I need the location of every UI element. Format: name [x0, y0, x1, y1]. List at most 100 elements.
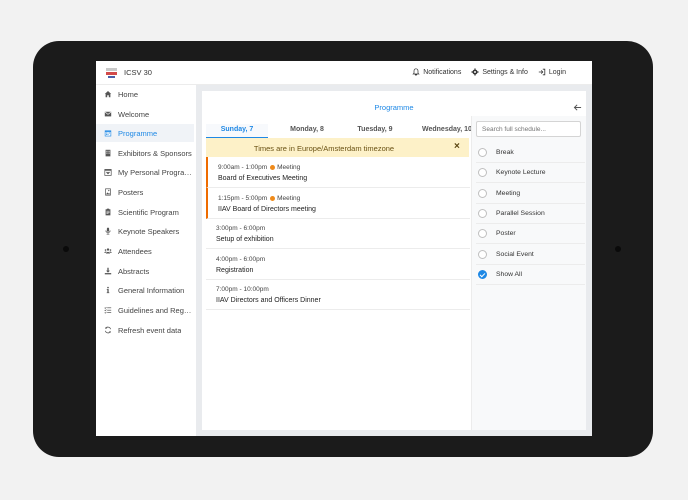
session-time: 4:00pm - 6:00pm — [216, 256, 266, 263]
timezone-notice: Times are in Europe/Amsterdam timezone — [253, 144, 395, 153]
sidebar-item-label: Attendees — [118, 246, 152, 256]
sidebar-item-exhibitors[interactable]: Exhibitors & Sponsors — [96, 144, 194, 162]
home-icon — [104, 90, 112, 98]
tab-wednesday[interactable]: Wednesday, 10 — [410, 124, 472, 138]
filter-show-all[interactable]: Show All — [476, 265, 585, 285]
sidebar-item-label: My Personal Programme — [118, 167, 194, 177]
sidebar-item-label: Guidelines and Regulations — [118, 305, 194, 315]
sidebar-item-personal-programme[interactable]: My Personal Programme — [96, 163, 194, 181]
sidebar-item-welcome[interactable]: Welcome — [96, 105, 194, 123]
sidebar-item-label: General Information — [118, 285, 185, 295]
filter-meeting[interactable]: Meeting — [476, 184, 585, 204]
clipboard-icon — [105, 208, 111, 216]
tab-tuesday[interactable]: Tuesday, 9 — [342, 124, 408, 138]
settings-info-button[interactable]: Settings & Info — [471, 68, 528, 76]
sidebar-item-attendees[interactable]: Attendees — [96, 242, 194, 260]
sidebar-item-label: Abstracts — [118, 266, 150, 276]
page-title: Programme — [374, 103, 414, 112]
tab-monday[interactable]: Monday, 8 — [274, 124, 340, 138]
login-label: Login — [548, 68, 566, 76]
sidebar-item-label: Refresh event data — [118, 325, 182, 335]
settings-info-label: Settings & Info — [482, 68, 528, 76]
filter-label: Break — [496, 149, 514, 156]
info-icon — [106, 286, 110, 294]
envelope-icon — [104, 111, 112, 117]
image-icon — [105, 188, 111, 196]
login-icon — [538, 68, 546, 76]
tab-sunday[interactable]: Sunday, 7 — [206, 124, 268, 138]
list-item[interactable]: 4:00pm - 6:00pm Registration — [206, 249, 470, 280]
radio-button[interactable] — [478, 189, 487, 198]
sidebar-item-programme[interactable]: Programme — [96, 124, 194, 142]
sidebar-item-label: Welcome — [118, 109, 150, 119]
session-title: Registration — [216, 267, 254, 274]
top-bar: ICSV 30 Notifications Settings & Info Lo… — [96, 61, 592, 85]
session-tag: Meeting — [277, 164, 301, 171]
programme-panel: Programme Sunday, 7 Monday, 8 Tuesday, 9… — [202, 91, 586, 430]
sidebar-item-scientific-program[interactable]: Scientific Program — [96, 203, 194, 221]
list-item[interactable]: 3:00pm - 6:00pm Setup of exhibition — [206, 218, 470, 249]
radio-button[interactable] — [478, 148, 487, 157]
radio-button[interactable] — [478, 209, 487, 218]
close-banner-button[interactable]: × — [454, 142, 460, 152]
list-item[interactable]: 1:15pm - 5:00pm Meeting IIAV Board of Di… — [206, 188, 470, 219]
filter-label: Parallel Session — [496, 210, 545, 217]
sidebar-item-guidelines[interactable]: Guidelines and Regulations — [96, 301, 194, 319]
filter-label: Meeting — [496, 190, 521, 197]
top-nav: Notifications Settings & Info Login — [402, 68, 566, 76]
sidebar-item-label: Exhibitors & Sponsors — [118, 148, 192, 158]
session-tag: Meeting — [277, 195, 301, 202]
camera-dot — [63, 246, 69, 252]
microphone-icon — [105, 227, 111, 235]
filter-break[interactable]: Break — [476, 143, 585, 163]
search-input[interactable] — [476, 121, 581, 137]
main-area: Programme Sunday, 7 Monday, 8 Tuesday, 9… — [196, 85, 592, 436]
sidebar-item-label: Posters — [118, 187, 144, 197]
sidebar-item-abstracts[interactable]: Abstracts — [96, 262, 194, 280]
app-screen: ICSV 30 Notifications Settings & Info Lo… — [96, 61, 592, 436]
filter-panel: Break Keynote Lecture Meeting Parallel S… — [471, 116, 586, 430]
radio-button[interactable] — [478, 168, 487, 177]
session-title: Board of Executives Meeting — [218, 175, 308, 182]
check-icon[interactable] — [478, 270, 487, 279]
sidebar-item-label: Keynote Speakers — [118, 226, 180, 236]
filter-parallel-session[interactable]: Parallel Session — [476, 204, 585, 224]
timezone-banner: Times are in Europe/Amsterdam timezone × — [206, 138, 469, 157]
sidebar-item-refresh[interactable]: Refresh event data — [96, 321, 194, 339]
app-title: ICSV 30 — [124, 68, 152, 77]
sidebar-item-posters[interactable]: Posters — [96, 183, 194, 201]
session-title: IIAV Directors and Officers Dinner — [216, 297, 321, 304]
filter-label: Poster — [496, 230, 516, 237]
calendar-heart-icon — [104, 169, 112, 176]
day-tabs: Sunday, 7 Monday, 8 Tuesday, 9 Wednesday… — [206, 124, 472, 138]
filter-poster[interactable]: Poster — [476, 224, 585, 244]
refresh-icon — [104, 326, 112, 334]
filter-label: Social Event — [496, 251, 534, 258]
session-time: 9:00am - 1:00pm — [218, 164, 268, 171]
session-time: 1:15pm - 5:00pm — [218, 195, 268, 202]
sidebar-item-home[interactable]: Home — [96, 85, 194, 103]
sidebar: Home Welcome Programme Exhibitors & Spon… — [96, 85, 196, 436]
filter-label: Keynote Lecture — [496, 169, 546, 176]
gear-icon — [471, 68, 479, 76]
session-title: IIAV Board of Directors meeting — [218, 206, 316, 213]
sensor-dot — [615, 246, 621, 252]
list-check-icon — [104, 306, 112, 314]
login-button[interactable]: Login — [538, 68, 566, 76]
sidebar-item-general-information[interactable]: General Information — [96, 281, 194, 299]
filter-social-event[interactable]: Social Event — [476, 245, 585, 265]
sidebar-item-label: Home — [118, 89, 139, 99]
list-item[interactable]: 7:00pm - 10:00pm IIAV Directors and Offi… — [206, 279, 470, 310]
list-item[interactable]: 9:00am - 1:00pm Meeting Board of Executi… — [206, 157, 470, 188]
radio-button[interactable] — [478, 250, 487, 259]
bell-icon — [412, 68, 420, 76]
radio-button[interactable] — [478, 229, 487, 238]
meeting-tag-dot — [270, 165, 276, 170]
meeting-tag-dot — [270, 196, 276, 201]
arrow-left-icon[interactable] — [573, 103, 582, 112]
filter-keynote-lecture[interactable]: Keynote Lecture — [476, 163, 585, 183]
notifications-button[interactable]: Notifications — [412, 68, 461, 76]
session-time: 3:00pm - 6:00pm — [216, 225, 266, 232]
building-icon — [105, 149, 111, 157]
sidebar-item-keynote-speakers[interactable]: Keynote Speakers — [96, 222, 194, 240]
